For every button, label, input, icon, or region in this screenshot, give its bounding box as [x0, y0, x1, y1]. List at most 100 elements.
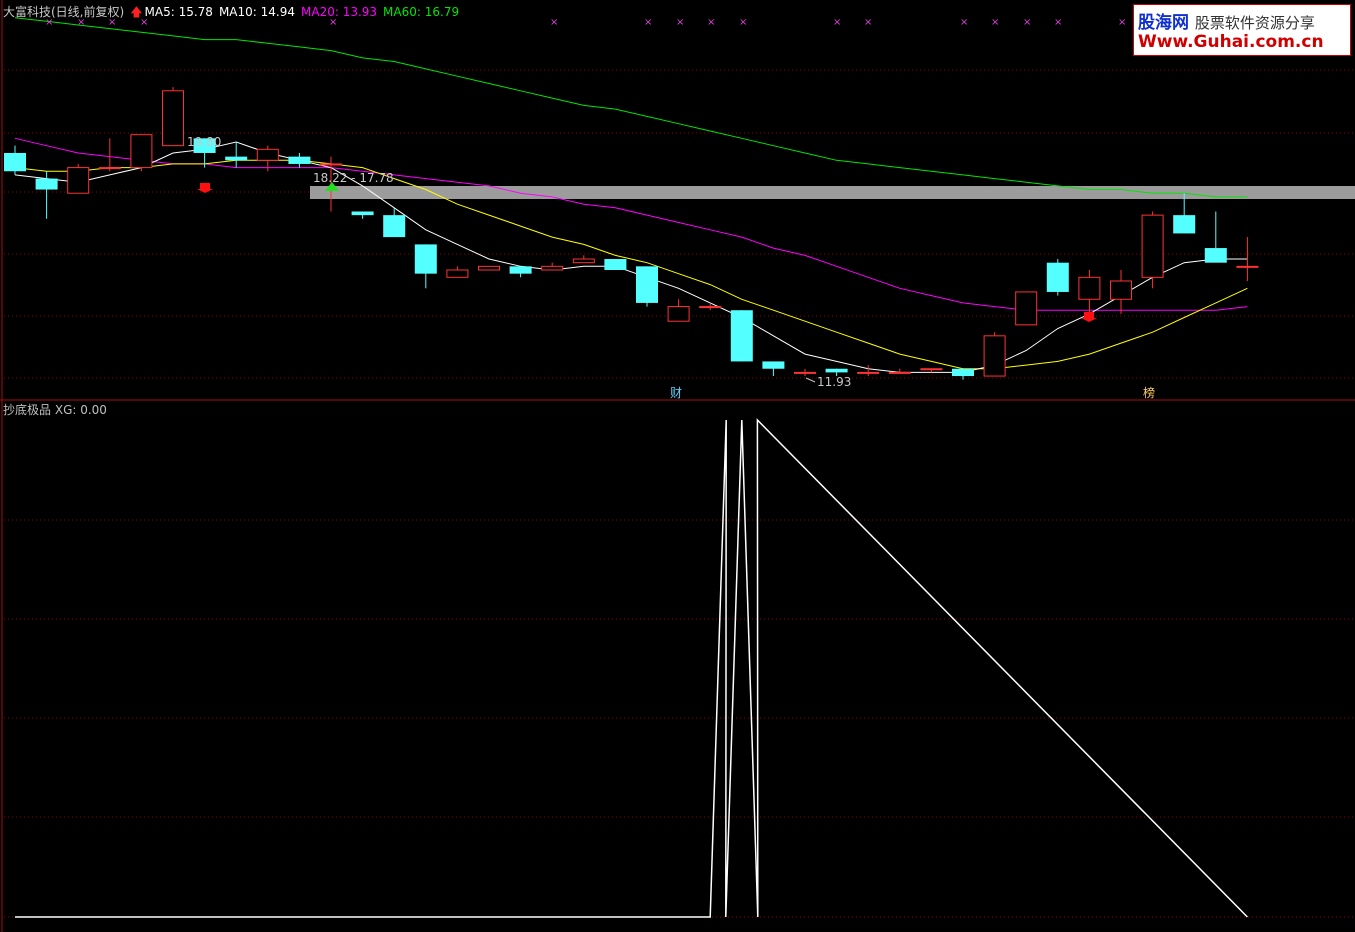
red-arrow-icon: [197, 183, 213, 193]
candle-body: [857, 371, 880, 374]
candle-body: [730, 310, 753, 362]
candle-body: [983, 335, 1006, 377]
cross-marker: ×: [1023, 17, 1031, 28]
candle: [983, 332, 1006, 377]
candle: [446, 266, 469, 278]
candle-body: [256, 148, 279, 161]
cross-marker: ×: [77, 17, 85, 28]
candle-body: [162, 90, 184, 147]
indicator-xg: [15, 418, 1248, 918]
candle-body: [383, 215, 406, 238]
candle: [478, 265, 500, 271]
candle: [1110, 270, 1132, 314]
cross-marker: ×: [644, 17, 652, 28]
ranking-badge: 榜: [1143, 385, 1155, 400]
candle-body: [98, 167, 121, 170]
candle: [67, 163, 90, 194]
candle-body: [1141, 214, 1164, 278]
candle: [920, 368, 943, 373]
candle-body: [446, 269, 469, 278]
candle-body: [825, 368, 848, 373]
candle: [1141, 211, 1164, 289]
candle: [762, 361, 785, 377]
low-label: 11.93: [817, 375, 851, 389]
cross-marker: ×: [864, 17, 872, 28]
cross-marker: ×: [1054, 17, 1062, 28]
candle-body: [667, 306, 690, 322]
candle-body: [351, 211, 374, 216]
candle: [604, 259, 627, 270]
cross-marker: ×: [676, 17, 684, 28]
candle-body: [130, 134, 153, 169]
xg-line: [15, 418, 1248, 918]
candle: [98, 138, 121, 172]
cross-marker: ×: [550, 17, 558, 28]
candle: [1046, 259, 1069, 296]
chart-canvas: × × × × × × × × × × × × × × × × × 19.80 18.22 - 17.78 11…: [0, 0, 1355, 932]
candle-body: [1173, 215, 1196, 234]
candle-body: [1046, 262, 1069, 292]
candle: [1015, 291, 1038, 326]
candle: [414, 244, 437, 289]
candle: [383, 207, 406, 238]
candle: [225, 142, 248, 168]
candle: [130, 134, 153, 172]
ma60-line: [14, 17, 1248, 198]
cross-marker: ×: [329, 17, 337, 28]
candle-body: [1236, 265, 1259, 268]
candle: [509, 266, 532, 278]
cross-marker: ×: [707, 17, 715, 28]
candle-body: [478, 265, 500, 271]
candle: [667, 299, 690, 322]
low-pointer: [805, 377, 816, 383]
candle-body: [1015, 291, 1038, 326]
candle-body: [920, 368, 943, 371]
cross-marker: ×: [833, 17, 841, 28]
candle: [541, 262, 564, 271]
candle-body: [414, 244, 437, 274]
finance-badge: 财: [670, 386, 682, 400]
candle-body: [288, 156, 311, 164]
candle-body: [509, 266, 532, 274]
candlesticks: [4, 87, 1259, 380]
resistance-band: [310, 186, 1355, 199]
candle: [162, 87, 184, 147]
markers: × × × × × × × × × × × × × × × × ×: [45, 17, 1126, 383]
candle: [1078, 270, 1101, 314]
candle-body: [1204, 248, 1227, 263]
candle-body: [67, 167, 90, 194]
cross-marker: ×: [991, 17, 999, 28]
high-label: 19.80: [187, 135, 221, 149]
candle-body: [604, 259, 627, 270]
candle: [288, 152, 311, 168]
ma5-line: [14, 141, 1248, 373]
candle: [1173, 193, 1196, 234]
cross-marker: ×: [960, 17, 968, 28]
candle-body: [225, 156, 248, 161]
range-label: 18.22 - 17.78: [313, 171, 394, 185]
cross-marker: ×: [45, 17, 53, 28]
candle-body: [794, 371, 816, 374]
cross-marker: ×: [739, 17, 747, 28]
candle: [4, 145, 26, 175]
candle-body: [1078, 276, 1101, 300]
candle: [351, 211, 374, 219]
candle-body: [1110, 280, 1132, 300]
cross-marker: ×: [140, 17, 148, 28]
candle: [35, 171, 58, 219]
candle: [572, 255, 595, 264]
candle: [794, 368, 816, 377]
candle-body: [572, 258, 595, 264]
candle-body: [35, 178, 58, 190]
candle-body: [636, 266, 658, 303]
candle: [952, 368, 974, 380]
candle-body: [888, 371, 911, 374]
candle: [730, 310, 753, 362]
candle-body: [952, 368, 974, 377]
candle-body: [541, 265, 564, 271]
cross-marker: ×: [1118, 17, 1126, 28]
candle-body: [762, 361, 785, 369]
candle-body: [699, 306, 722, 309]
candle: [636, 266, 658, 307]
candle-body: [4, 152, 26, 172]
